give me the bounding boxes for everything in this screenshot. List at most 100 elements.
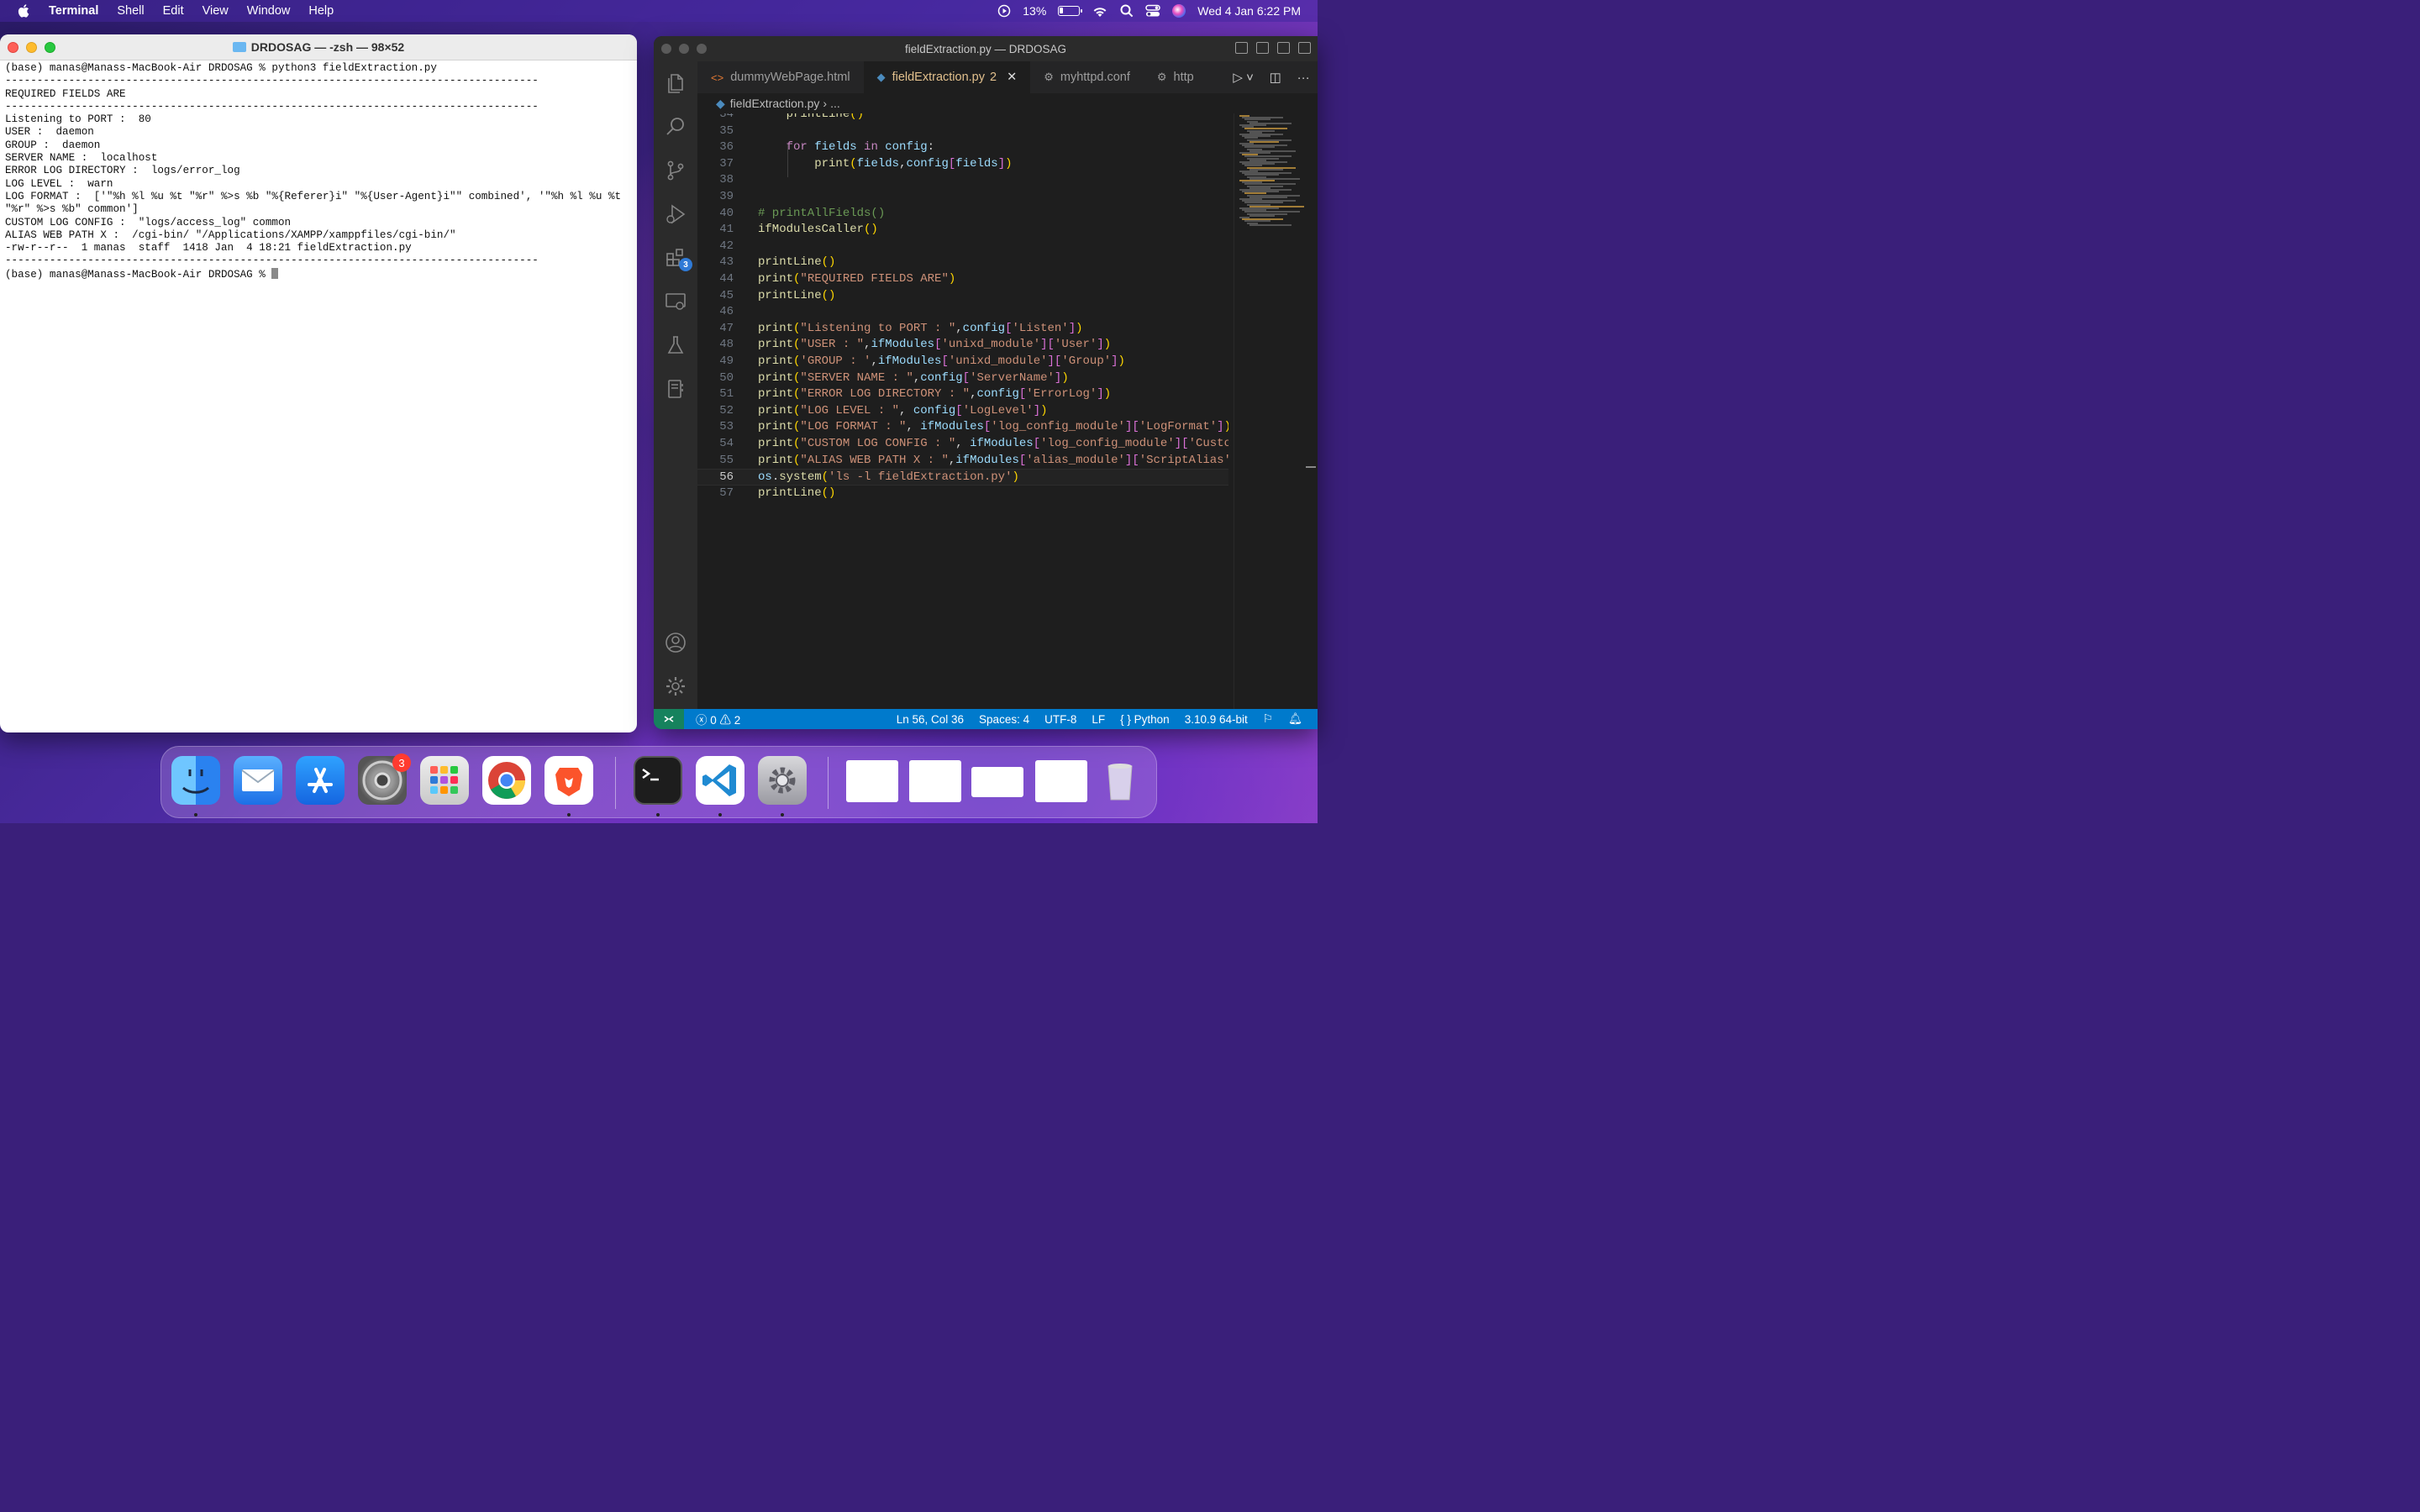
settings-gear-app-icon[interactable]: [758, 756, 807, 805]
menu-help[interactable]: Help: [308, 4, 334, 18]
mail-icon[interactable]: [234, 756, 282, 805]
code-line[interactable]: 34 printLine(): [697, 113, 1228, 123]
code-line[interactable]: 43 printLine(): [697, 255, 1228, 271]
tab-http-truncated[interactable]: ⚙ http: [1144, 61, 1207, 93]
problems-indicator[interactable]: ⓧ 0 ⚠ 2: [696, 711, 740, 727]
minimized-window-thumbnail[interactable]: [1035, 760, 1087, 802]
code-line[interactable]: 51 print("ERROR LOG DIRECTORY : ",config[…: [697, 386, 1228, 403]
code-line[interactable]: 49 print('GROUP : ',ifModules['unixd_modu…: [697, 354, 1228, 370]
more-actions-icon[interactable]: ···: [1297, 71, 1310, 85]
minimize-button[interactable]: [679, 44, 689, 54]
toggle-primary-sidebar-icon[interactable]: [1235, 42, 1248, 54]
customize-layout-icon[interactable]: [1298, 42, 1311, 54]
code-line[interactable]: 56 os.system('ls -l fieldExtraction.py'): [697, 469, 1228, 486]
spotlight-search-icon[interactable]: [1120, 4, 1134, 18]
close-button[interactable]: [661, 44, 671, 54]
brave-browser-icon[interactable]: [544, 756, 593, 805]
menu-app-terminal[interactable]: Terminal: [49, 4, 98, 18]
control-center-icon[interactable]: [1145, 4, 1161, 18]
terminal-prompt-line[interactable]: (base) manas@Manass-MacBook-Air DRDOSAG …: [5, 267, 632, 281]
run-python-icon[interactable]: ▷ ˅: [1233, 70, 1253, 85]
split-editor-icon[interactable]: ◫: [1270, 70, 1281, 85]
menu-shell[interactable]: Shell: [117, 4, 144, 18]
code-line[interactable]: 55 print("ALIAS WEB PATH X : ",ifModules[…: [697, 453, 1228, 470]
menu-clock[interactable]: Wed 4 Jan 6:22 PM: [1197, 4, 1301, 18]
code-line[interactable]: 48 print("USER : ",ifModules['unixd_modul…: [697, 337, 1228, 354]
tab-close-icon[interactable]: ✕: [1007, 71, 1017, 84]
code-line[interactable]: 36 for fields in config:: [697, 139, 1228, 156]
menu-view[interactable]: View: [203, 4, 229, 18]
tab-dummywebpage[interactable]: <> dummyWebPage.html: [697, 61, 864, 93]
vscode-titlebar[interactable]: fieldExtraction.py — DRDOSAG: [654, 36, 1318, 61]
language-mode[interactable]: { } Python: [1120, 713, 1170, 726]
minimize-button[interactable]: [26, 42, 37, 53]
minimized-window-thumbnail[interactable]: [909, 760, 961, 802]
code-line[interactable]: 42: [697, 239, 1228, 255]
end-of-line[interactable]: LF: [1092, 713, 1105, 726]
code-line[interactable]: 57 printLine(): [697, 486, 1228, 502]
remote-explorer-icon[interactable]: [664, 290, 687, 313]
code-line[interactable]: 38: [697, 172, 1228, 189]
terminal-app-icon[interactable]: [634, 756, 682, 805]
code-editor[interactable]: 34 printLine() 35 36 for fields in config:…: [697, 113, 1228, 709]
accounts-icon[interactable]: [664, 631, 687, 654]
tab-fieldextraction[interactable]: ◆ fieldExtraction.py 2 ✕: [863, 61, 1031, 93]
manage-gear-icon[interactable]: [664, 675, 687, 698]
search-icon[interactable]: [664, 115, 687, 139]
code-line[interactable]: 39: [697, 189, 1228, 206]
scrollbar-marker[interactable]: [1306, 466, 1316, 468]
zoom-button[interactable]: [45, 42, 55, 53]
terminal-titlebar[interactable]: DRDOSAG — -zsh — 98×52: [0, 34, 637, 60]
code-line[interactable]: 47 print("Listening to PORT : ",config['L…: [697, 321, 1228, 338]
minimized-window-thumbnail[interactable]: [846, 760, 898, 802]
code-line[interactable]: 50 print("SERVER NAME : ",config['ServerN…: [697, 370, 1228, 387]
testing-flask-icon[interactable]: [664, 333, 687, 357]
code-line[interactable]: 45 printLine(): [697, 288, 1228, 305]
minimized-window-thumbnail[interactable]: [971, 767, 1023, 797]
wifi-icon[interactable]: [1092, 5, 1108, 18]
vscode-app-icon[interactable]: [696, 756, 744, 805]
cursor-position[interactable]: Ln 56, Col 36: [897, 713, 964, 726]
toggle-secondary-sidebar-icon[interactable]: [1277, 42, 1290, 54]
explorer-icon[interactable]: [664, 71, 687, 95]
feedback-icon[interactable]: ⚐: [1263, 712, 1273, 726]
remote-indicator-icon[interactable]: [654, 709, 684, 729]
launchpad-icon[interactable]: [420, 756, 469, 805]
python-interpreter[interactable]: 3.10.9 64-bit: [1185, 713, 1248, 726]
tab-myhttpd[interactable]: ⚙ myhttpd.conf: [1030, 61, 1144, 93]
notebook-icon[interactable]: [664, 377, 687, 401]
run-debug-icon[interactable]: [664, 202, 687, 226]
apple-icon[interactable]: [17, 3, 32, 18]
extensions-icon[interactable]: 3: [664, 246, 692, 271]
code-line[interactable]: 40 # printAllFields(): [697, 206, 1228, 223]
minimap[interactable]: [1234, 113, 1313, 709]
menu-edit[interactable]: Edit: [163, 4, 184, 18]
siri-icon[interactable]: [1172, 4, 1186, 18]
code-line[interactable]: 37 print(fields,config[fields]): [697, 156, 1228, 173]
terminal-line: LOG LEVEL : warn: [5, 177, 113, 190]
notifications-bell-icon[interactable]: 🔔︎: [1288, 712, 1302, 726]
code-line[interactable]: 44 print("REQUIRED FIELDS ARE"): [697, 271, 1228, 288]
zoom-button[interactable]: [697, 44, 707, 54]
code-line[interactable]: 46: [697, 304, 1228, 321]
toggle-panel-icon[interactable]: [1256, 42, 1269, 54]
now-playing-icon[interactable]: [997, 4, 1011, 18]
battery-icon[interactable]: [1058, 6, 1083, 16]
code-line[interactable]: 54 print("CUSTOM LOG CONFIG : ", ifModule…: [697, 436, 1228, 453]
menu-window[interactable]: Window: [247, 4, 291, 18]
app-store-icon[interactable]: [296, 756, 345, 805]
close-button[interactable]: [8, 42, 18, 53]
code-line[interactable]: 53 print("LOG FORMAT : ", ifModules['log_…: [697, 419, 1228, 436]
breadcrumb-symbol[interactable]: ...: [830, 97, 840, 110]
terminal-output[interactable]: (base) manas@Manass-MacBook-Air DRDOSAG …: [0, 60, 637, 283]
source-control-icon[interactable]: [664, 159, 687, 182]
finder-icon[interactable]: [171, 756, 220, 805]
code-line[interactable]: 52 print("LOG LEVEL : ", config['LogLevel…: [697, 403, 1228, 420]
trash-icon[interactable]: [1096, 756, 1144, 805]
encoding[interactable]: UTF-8: [1044, 713, 1076, 726]
code-line[interactable]: 35: [697, 123, 1228, 140]
indentation[interactable]: Spaces: 4: [979, 713, 1029, 726]
chrome-icon[interactable]: [482, 756, 531, 805]
breadcrumb-file[interactable]: fieldExtraction.py: [730, 97, 820, 110]
code-line[interactable]: 41 ifModulesCaller(): [697, 222, 1228, 239]
